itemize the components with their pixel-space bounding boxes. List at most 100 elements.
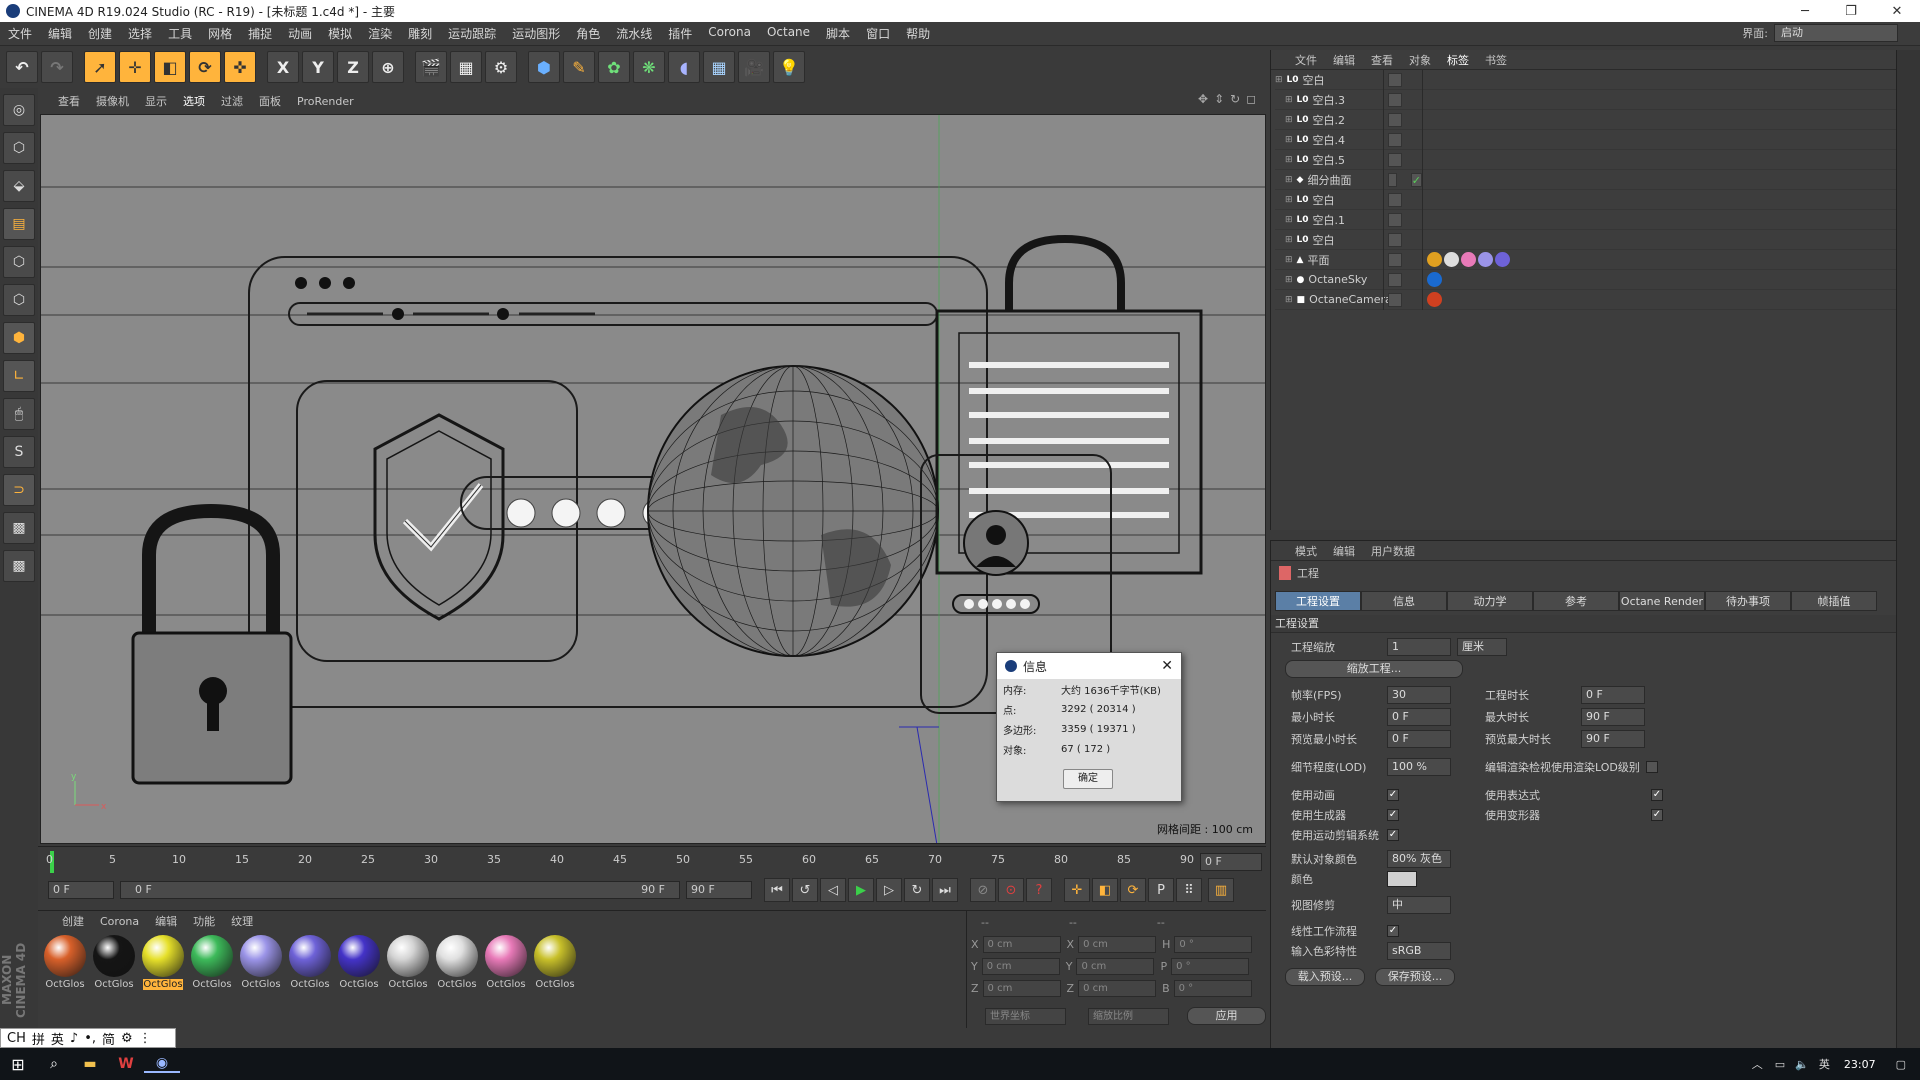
viewport-menu-item[interactable]: 查看 — [50, 93, 88, 109]
ime-item[interactable]: CH — [7, 1031, 26, 1046]
use-expressions-checkbox[interactable]: ✓ — [1651, 789, 1663, 801]
undo-button[interactable]: ↶ — [6, 51, 38, 83]
timeline-ruler[interactable]: 0 5 10 15 20 25 30 35 40 45 50 55 60 65 70 75 80 85 90 0 F — [38, 846, 1266, 876]
enabled-check-icon[interactable]: ✓ — [1410, 172, 1422, 187]
object-name[interactable]: 空白 — [1313, 232, 1335, 248]
object-row[interactable]: ⊞ ■ OctaneCamera — [1275, 289, 1896, 310]
key-rotation-icon[interactable]: ⟳ — [1120, 878, 1146, 902]
layer-icon[interactable] — [1388, 292, 1402, 307]
menu-item[interactable]: 脚本 — [818, 25, 858, 42]
material-tag-icon[interactable] — [1495, 252, 1510, 267]
use-deformers-checkbox[interactable]: ✓ — [1651, 809, 1663, 821]
material-menu-item[interactable]: Corona — [100, 915, 139, 928]
dots-icon[interactable] — [1405, 253, 1419, 267]
subdivision-surface-button[interactable]: ✿ — [598, 51, 630, 83]
coord-rotation-field[interactable]: 0 ° — [1174, 935, 1253, 953]
end-frame-field[interactable]: 90 F — [686, 881, 752, 899]
render-lod-checkbox[interactable] — [1645, 761, 1658, 773]
redo-button[interactable]: ↷ — [41, 51, 73, 83]
make-editable-button[interactable]: ◎ — [3, 94, 35, 126]
input-method-icon[interactable]: 英 — [1819, 1056, 1830, 1072]
object-menu-item[interactable]: 查看 — [1371, 52, 1393, 68]
object-name[interactable]: 空白.4 — [1313, 132, 1346, 148]
menu-item[interactable]: 文件 — [0, 25, 40, 42]
y-axis-lock-button[interactable]: Y — [302, 51, 334, 83]
rotate-view-icon[interactable]: ↻ — [1230, 92, 1240, 106]
axis-mode-button[interactable]: ∟ — [3, 360, 35, 392]
live-select-button[interactable]: ✜ — [224, 51, 256, 83]
load-preset-button[interactable]: 载入预设... — [1285, 968, 1365, 986]
keyframe-selection-icon[interactable]: ? — [1026, 878, 1052, 902]
move-tool-button[interactable]: ✛ — [119, 51, 151, 83]
expand-icon[interactable]: ⊞ — [1285, 275, 1293, 285]
coord-size-field[interactable]: 0 cm — [1076, 957, 1155, 975]
material-swatch[interactable]: OctGlos — [238, 935, 284, 990]
next-key-icon[interactable]: ↻ — [904, 878, 930, 902]
min-time-field[interactable]: 0 F — [1387, 708, 1451, 726]
object-name[interactable]: 空白.5 — [1313, 152, 1346, 168]
menu-item[interactable]: 模拟 — [320, 25, 360, 42]
light-button[interactable]: 💡 — [773, 51, 805, 83]
object-menu-item[interactable]: 文件 — [1295, 52, 1317, 68]
menu-item[interactable]: 选择 — [120, 25, 160, 42]
preview-max-field[interactable]: 90 F — [1581, 730, 1645, 748]
layer-icon[interactable] — [1388, 212, 1402, 227]
right-tab-strip[interactable] — [1896, 50, 1920, 1048]
expand-icon[interactable]: ⊞ — [1285, 135, 1293, 145]
deformer-button[interactable]: ◖ — [668, 51, 700, 83]
ime-item[interactable]: 英 — [51, 1029, 64, 1048]
menu-item[interactable]: 渲染 — [360, 25, 400, 42]
material-tag-icon[interactable] — [1427, 292, 1442, 307]
layer-icon[interactable] — [1388, 132, 1402, 147]
viewport-menu-item[interactable]: 过滤 — [213, 93, 251, 109]
dots-icon[interactable] — [1405, 133, 1419, 147]
viewport-menu-item[interactable]: 摄像机 — [88, 93, 137, 109]
menu-item[interactable]: 网格 — [200, 25, 240, 42]
object-row[interactable]: ⊞ L0 空白 — [1275, 229, 1896, 250]
material-swatch[interactable]: OctGlos — [483, 935, 529, 990]
dots-icon[interactable] — [1405, 293, 1419, 307]
material-swatch[interactable]: OctGlos — [532, 935, 578, 990]
scale-tool-button[interactable]: ◧ — [154, 51, 186, 83]
dots-icon[interactable] — [1405, 73, 1419, 87]
object-menu-item[interactable]: 编辑 — [1333, 52, 1355, 68]
planar-workplane-button[interactable]: ▩ — [3, 550, 35, 582]
autokey-icon[interactable]: ⊙ — [998, 878, 1024, 902]
workplane-lock-button[interactable]: ▩ — [3, 512, 35, 544]
tray-arrow-icon[interactable]: ︿ — [1752, 1056, 1763, 1072]
object-name[interactable]: OctaneCamera — [1309, 293, 1392, 306]
object-name[interactable]: 空白.2 — [1313, 112, 1346, 128]
pan-icon[interactable]: ✥ — [1198, 92, 1208, 106]
volume-icon[interactable]: 🔈 — [1795, 1058, 1809, 1071]
expand-icon[interactable]: ⊞ — [1285, 295, 1293, 305]
ime-item[interactable]: 简 — [102, 1029, 115, 1048]
z-axis-lock-button[interactable]: Z — [337, 51, 369, 83]
object-name[interactable]: OctaneSky — [1308, 273, 1367, 286]
expand-icon[interactable]: ⊞ — [1285, 155, 1293, 165]
object-row[interactable]: ⊞ L0 空白.2 — [1275, 109, 1896, 130]
object-row[interactable]: ⊞ L0 空白.3 — [1275, 89, 1896, 110]
clock[interactable]: 23:07 — [1844, 1058, 1876, 1071]
search-icon[interactable]: ⌕ — [36, 1056, 72, 1072]
object-name[interactable]: 空白 — [1313, 192, 1335, 208]
timeline-window-icon[interactable]: ▥ — [1208, 878, 1234, 902]
cloner-button[interactable]: ❋ — [633, 51, 665, 83]
start-frame-field[interactable]: 0 F — [48, 881, 114, 899]
object-name[interactable]: 细分曲面 — [1307, 172, 1351, 188]
next-frame-icon[interactable]: ▷ — [876, 878, 902, 902]
layer-icon[interactable] — [1388, 272, 1402, 287]
object-name[interactable]: 空白.1 — [1313, 212, 1346, 228]
viewport-menu-item[interactable]: ProRender — [289, 95, 362, 108]
menu-item[interactable]: 运动跟踪 — [440, 25, 504, 42]
attribute-tab[interactable]: 工程设置 — [1275, 591, 1361, 611]
coord-rotation-field[interactable]: 0 ° — [1173, 979, 1252, 997]
select-tool-button[interactable]: ➚ — [84, 51, 116, 83]
layer-icon[interactable] — [1388, 232, 1402, 247]
coord-position-field[interactable]: 0 cm — [982, 979, 1061, 997]
material-tag-icon[interactable] — [1444, 252, 1459, 267]
layer-icon[interactable] — [1388, 192, 1402, 207]
edges-mode-button[interactable]: ⬡ — [3, 284, 35, 316]
attribute-tab[interactable]: 参考 — [1533, 591, 1619, 611]
polygons-mode-button[interactable]: ⬢ — [3, 322, 35, 354]
expand-icon[interactable]: ⊞ — [1285, 255, 1293, 265]
